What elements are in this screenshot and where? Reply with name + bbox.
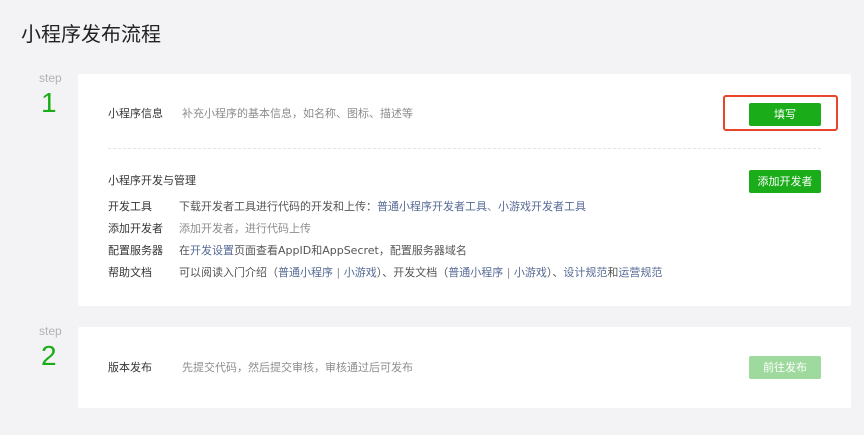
devdoc-minigame-link[interactable]: 小游戏 (514, 266, 547, 279)
version-release-description: 先提交代码，然后提交审核，审核通过后可发布 (182, 361, 413, 374)
step-2-number: 2 (41, 340, 57, 371)
go-publish-button[interactable]: 前往发布 (749, 356, 821, 379)
server-config-description: 在开发设置页面查看AppID和AppSecret，配置服务器域名 (179, 242, 467, 258)
docs-sep-1: | (333, 266, 344, 279)
docs-text-2: ）、开发文档（ (376, 266, 449, 279)
docs-sep-2: | (503, 266, 514, 279)
normal-devtools-link[interactable]: 普通小程序开发者工具 (377, 200, 487, 213)
minigame-devtools-link[interactable]: 小游戏开发者工具 (498, 200, 586, 213)
dev-management-title: 小程序开发与管理 (108, 174, 196, 187)
step-1-card: 小程序信息 补充小程序的基本信息，如名称、图标、描述等 填写 小程序开发与管理 … (78, 74, 851, 306)
mini-program-info-label: 小程序信息 (108, 107, 163, 120)
dev-tools-prefix: 下载开发者工具进行代码的开发和上传： (179, 200, 377, 213)
fill-button[interactable]: 填写 (749, 103, 821, 126)
server-config-suffix: 页面查看AppID和AppSecret，配置服务器域名 (234, 244, 467, 257)
help-docs-label: 帮助文档 (108, 266, 152, 279)
server-config-label: 配置服务器 (108, 244, 163, 257)
operation-guide-link[interactable]: 运营规范 (618, 266, 662, 279)
design-guide-link[interactable]: 设计规范 (563, 266, 607, 279)
intro-normal-link[interactable]: 普通小程序 (278, 266, 333, 279)
dev-settings-link[interactable]: 开发设置 (190, 244, 234, 257)
step-2-card: 版本发布 先提交代码，然后提交审核，审核通过后可发布 前往发布 (78, 327, 851, 408)
dev-tools-label: 开发工具 (108, 200, 152, 213)
dev-tools-separator: 、 (487, 200, 498, 213)
mini-program-info-description: 补充小程序的基本信息，如名称、图标、描述等 (182, 107, 413, 120)
section-divider (108, 148, 821, 149)
add-developer-description: 添加开发者，进行代码上传 (179, 222, 311, 235)
version-release-label: 版本发布 (108, 361, 152, 374)
server-config-prefix: 在 (179, 244, 190, 257)
page-title: 小程序发布流程 (21, 22, 161, 46)
help-docs-description: 可以阅读入门介绍（普通小程序 | 小游戏）、开发文档（普通小程序 | 小游戏）、… (179, 264, 662, 280)
devdoc-normal-link[interactable]: 普通小程序 (448, 266, 503, 279)
add-developer-label: 添加开发者 (108, 222, 163, 235)
docs-text-4: 和 (607, 266, 619, 279)
intro-minigame-link[interactable]: 小游戏 (344, 266, 377, 279)
dev-tools-description: 下载开发者工具进行代码的开发和上传：普通小程序开发者工具、小游戏开发者工具 (179, 198, 586, 214)
step-1-word: step (39, 71, 62, 85)
step-1-number: 1 (41, 87, 57, 118)
docs-text-3: ）、 (546, 266, 564, 279)
add-developer-button[interactable]: 添加开发者 (749, 170, 821, 193)
docs-text-1: 可以阅读入门介绍（ (179, 266, 278, 279)
step-2-word: step (39, 324, 62, 338)
